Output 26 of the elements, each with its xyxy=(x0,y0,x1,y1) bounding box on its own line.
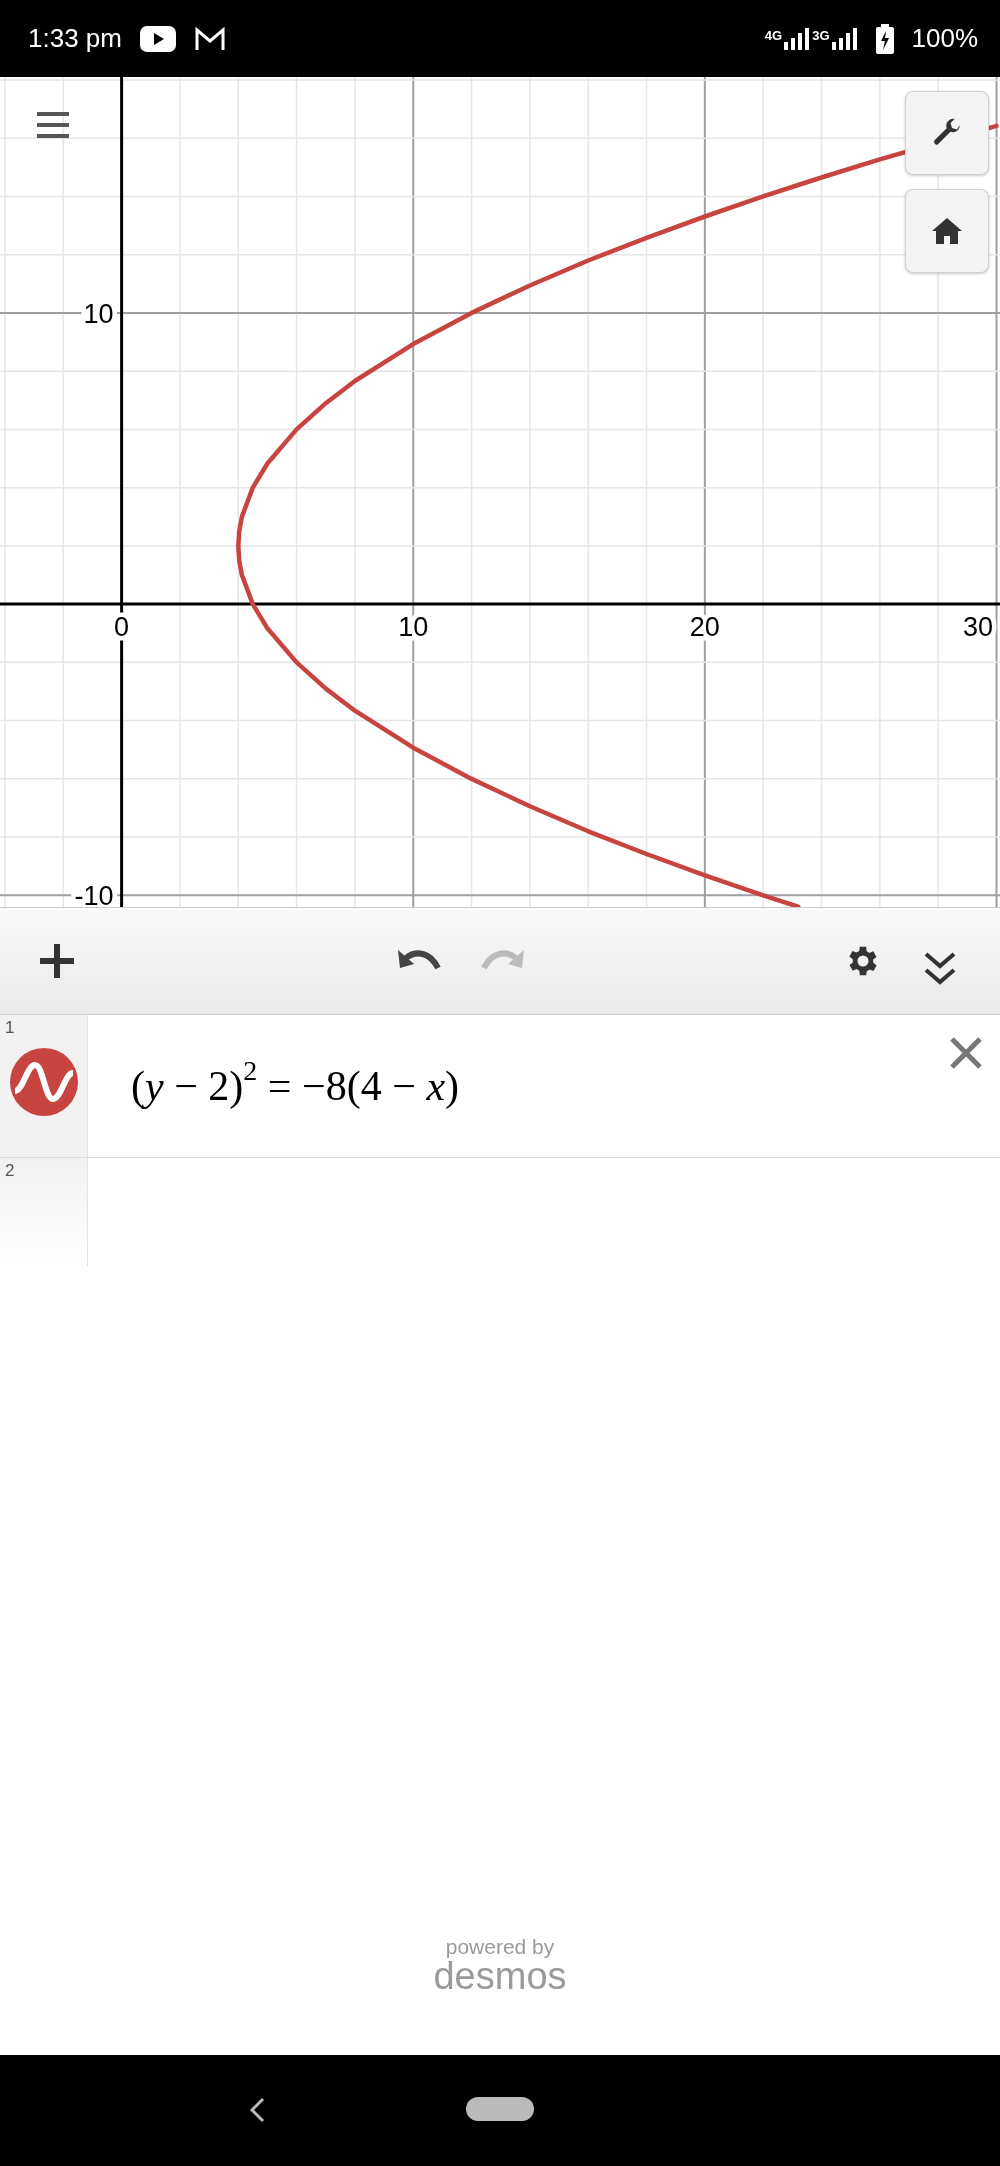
graph-style-icon[interactable] xyxy=(9,1047,79,1117)
menu-icon[interactable] xyxy=(37,111,69,139)
tick-label: 30 xyxy=(963,612,993,643)
network-label: 3G xyxy=(812,27,830,43)
play-icon xyxy=(139,25,176,52)
equation-text[interactable]: (y − 2)$^{2}$ = −8(4 − x) xyxy=(88,1062,460,1110)
tick-label: 10 xyxy=(398,612,429,643)
tick-label: 10 xyxy=(83,298,114,329)
network-label: 4G xyxy=(764,27,783,43)
home-pill[interactable] xyxy=(466,2097,534,2121)
mail-icon xyxy=(193,25,226,52)
clock: 1:33 pm xyxy=(28,23,122,54)
settings-button[interactable] xyxy=(905,91,989,175)
signal-icon xyxy=(831,27,858,50)
line-number: 2 xyxy=(5,1161,15,1181)
back-icon[interactable] xyxy=(248,2097,266,2123)
powered-by-caption: powered by xyxy=(445,1936,555,1957)
home-icon xyxy=(931,217,963,245)
plus-icon xyxy=(38,942,76,980)
battery-percent: 100% xyxy=(911,23,978,54)
signal-icon xyxy=(784,27,811,50)
battery-icon xyxy=(875,23,894,54)
line-number: 1 xyxy=(5,1018,15,1038)
tick-label: -10 xyxy=(74,881,114,907)
tick-label: 20 xyxy=(689,612,720,643)
home-button[interactable] xyxy=(905,189,989,273)
